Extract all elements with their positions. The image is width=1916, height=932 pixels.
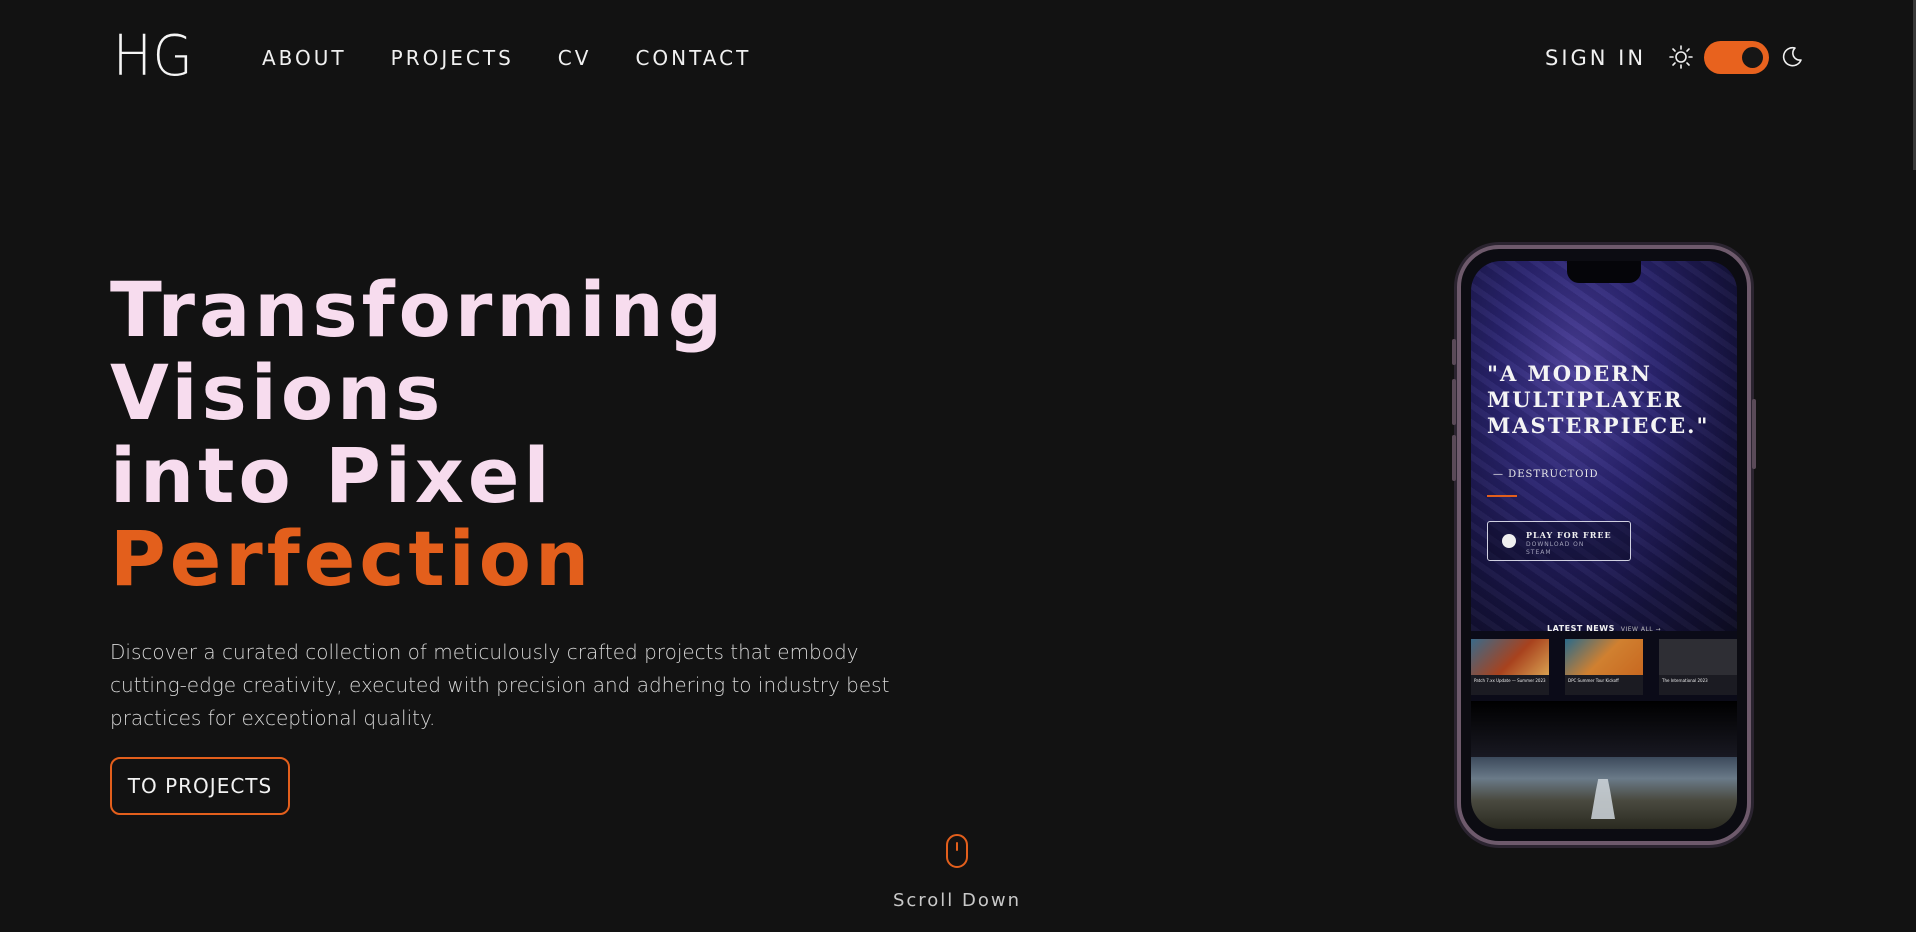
- game-quote: "A MODERN MULTIPLAYER MASTERPIECE.": [1487, 361, 1710, 438]
- hero-title-line-3: into Pixel: [110, 431, 554, 520]
- hero-title-line-2: Visions: [110, 348, 445, 437]
- view-all-link[interactable]: VIEW ALL →: [1621, 626, 1661, 633]
- news-card[interactable]: Patch 7.xx Update — Summer 2023: [1471, 639, 1549, 695]
- logo[interactable]: HG: [113, 27, 194, 87]
- nav-projects[interactable]: PROJECTS: [391, 44, 514, 72]
- sun-icon: [1669, 45, 1693, 69]
- news-card[interactable]: DPC Summer Tour Kickoff: [1565, 639, 1643, 695]
- main-nav: ABOUT PROJECTS CV CONTACT: [262, 44, 795, 72]
- toggle-knob: [1742, 47, 1763, 68]
- news-header: LATEST NEWS VIEW ALL →: [1547, 624, 1662, 633]
- sign-in-link[interactable]: SIGN IN: [1545, 44, 1646, 72]
- play-for-free-button[interactable]: PLAY FOR FREE DOWNLOAD ON STEAM: [1487, 521, 1631, 561]
- moon-icon: [1782, 46, 1802, 67]
- phone-notch: [1567, 261, 1641, 283]
- theme-toggle[interactable]: [1704, 41, 1769, 74]
- to-projects-button[interactable]: TO PROJECTS: [110, 757, 290, 815]
- phone-mockup: "A MODERN MULTIPLAYER MASTERPIECE." — DE…: [1452, 245, 1756, 845]
- news-card[interactable]: The International 2023: [1659, 639, 1737, 695]
- phone-screen: "A MODERN MULTIPLAYER MASTERPIECE." — DE…: [1471, 261, 1737, 829]
- nav-cv[interactable]: CV: [558, 44, 592, 72]
- hero-title-line-1: Transforming: [110, 265, 727, 354]
- site-header: HG ABOUT PROJECTS CV CONTACT SIGN IN: [0, 0, 1916, 116]
- steam-icon: [1502, 534, 1516, 548]
- nav-contact[interactable]: CONTACT: [635, 44, 751, 72]
- hero-title: Transforming Visions into Pixel Perfecti…: [110, 268, 726, 600]
- accent-divider: [1487, 495, 1517, 497]
- hero-title-accent: Perfection: [110, 514, 594, 603]
- quote-source: — DESTRUCTOID: [1493, 469, 1599, 480]
- scroll-down-label[interactable]: Scroll Down: [880, 890, 1034, 911]
- nav-about[interactable]: ABOUT: [262, 44, 347, 72]
- mouse-icon[interactable]: [946, 834, 968, 868]
- hero-description: Discover a curated collection of meticul…: [110, 640, 890, 730]
